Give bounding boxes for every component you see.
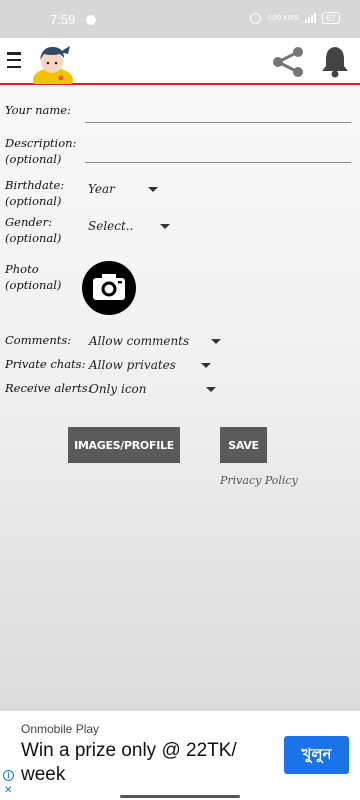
chevron-down-icon [201,363,211,368]
ad-headline[interactable]: Win a prize only @ 22TK/ week [21,739,276,787]
comments-selected-value: Allow comments [89,334,190,348]
battery-level: 67 [325,13,336,23]
gender-selected-value: Select.. [88,219,134,233]
birthdate-label: Birthdate: [5,178,65,192]
home-indicator[interactable] [120,795,240,798]
share-icon[interactable] [270,46,306,78]
comments-label: Comments: [5,333,72,347]
status-icons: 0.00 KB/S 67 [250,12,340,24]
network-speed: 0.00 KB/S [267,14,299,22]
alarm-icon [250,12,262,24]
comments-select[interactable]: Allow comments [89,333,224,349]
menu-icon[interactable] [7,52,21,68]
status-time: 7:59 [50,12,76,27]
avatar[interactable] [30,40,76,84]
bell-icon[interactable] [320,44,350,78]
private-chats-label: Private chats: [5,357,86,371]
chevron-down-icon [148,187,158,192]
photo-label: Photo [5,262,39,276]
gender-select[interactable]: Select.. [88,218,174,234]
app-bar [0,38,360,85]
description-input[interactable] [85,145,351,163]
images-profile-button[interactable]: IMAGES/PROFILE [68,427,180,463]
receive-alerts-selected-value: Only icon [89,382,147,396]
photo-optional-hint: (optional) [5,278,62,292]
name-label: Your name: [5,103,71,117]
privacy-policy-link[interactable]: Privacy Policy [220,474,298,487]
receive-alerts-select[interactable]: Only icon [89,381,219,397]
chevron-down-icon [160,224,170,229]
photo-upload-button[interactable] [82,261,136,315]
info-icon[interactable]: i [3,770,14,781]
chevron-down-icon [211,339,221,344]
close-icon[interactable]: ✕ [4,785,12,796]
save-button[interactable]: SAVE [220,427,267,463]
gender-optional-hint: (optional) [5,231,62,245]
camera-icon [93,274,125,300]
birthdate-optional-hint: (optional) [5,194,62,208]
ad-open-button[interactable]: খুলুন [284,736,349,774]
chevron-down-icon [206,387,216,392]
messenger-icon [86,15,96,25]
gender-label: Gender: [5,215,52,229]
birthdate-selected-value: Year [88,182,115,196]
status-bar: 7:59 0.00 KB/S 67 [0,0,360,38]
ad-sponsor: Onmobile Play [21,722,100,736]
battery-icon: 67 [321,12,340,24]
description-label: Description: [5,136,77,150]
signal-icon [304,13,316,23]
private-chats-select[interactable]: Allow privates [89,357,214,373]
description-optional-hint: (optional) [5,152,62,166]
ad-banner[interactable]: Onmobile Play Win a prize only @ 22TK/ w… [0,711,360,800]
receive-alerts-label: Receive alerts: [5,381,92,395]
birthdate-select[interactable]: Year [88,181,162,197]
name-input[interactable] [85,105,351,123]
private-chats-selected-value: Allow privates [89,358,176,372]
